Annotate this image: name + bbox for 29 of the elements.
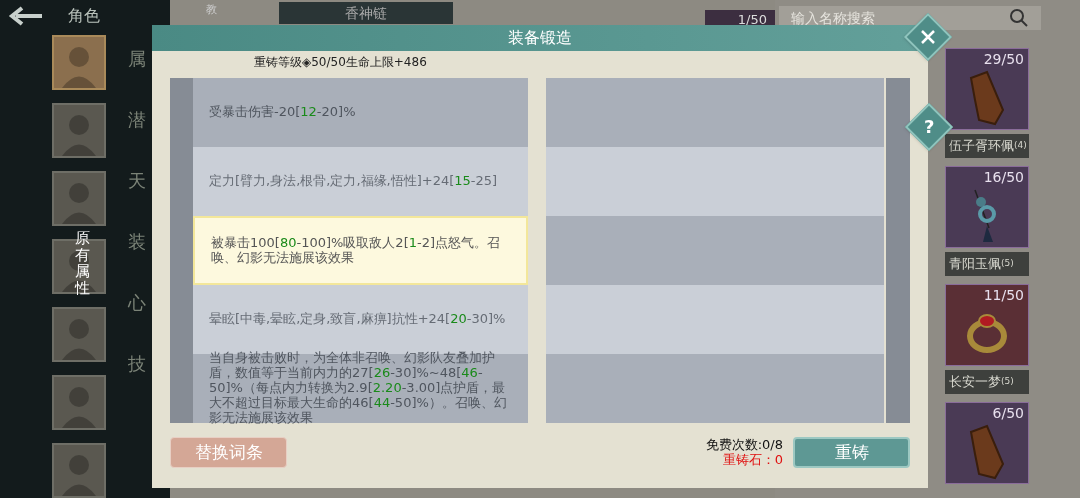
menu-item[interactable]: 心 — [128, 289, 146, 316]
menu-item[interactable]: 装 — [128, 228, 146, 255]
equipment-tab[interactable]: 香神链 — [279, 2, 453, 24]
attribute-row[interactable]: 被暴击100[80-100]%吸取敌人2[1-2]点怒气。召唤、幻影无法施展该效果 — [193, 216, 528, 285]
attribute-row[interactable]: 受暴击伤害-20[12-20]% — [193, 78, 528, 147]
back-button[interactable]: 角色 — [8, 3, 100, 28]
menu-item[interactable]: 潜 — [128, 106, 146, 133]
side-label: 原有属性 — [75, 230, 90, 296]
item-card[interactable]: 16/50 — [945, 166, 1029, 248]
attribute-row[interactable]: 定力[臂力,身法,根骨,定力,福缘,悟性]+24[15-25] — [193, 147, 528, 216]
menu-item[interactable]: 天 — [128, 167, 146, 194]
hint-text: 教 — [206, 2, 217, 18]
back-arrow-icon — [8, 4, 44, 27]
item-card[interactable]: 6/50 — [945, 402, 1029, 484]
free-times-text: 免费次数:0/8 — [705, 437, 783, 453]
dialog-title: 装备锻造 — [508, 27, 572, 49]
search-icon — [1009, 8, 1029, 28]
menu-item[interactable]: 技 — [128, 350, 146, 377]
item-count: 6/50 — [992, 404, 1025, 423]
reforge-button[interactable]: 重铸 — [793, 437, 910, 468]
item-card[interactable]: 29/50 — [945, 48, 1029, 130]
menu-item[interactable]: 属 — [128, 45, 146, 72]
item-count: 16/50 — [983, 168, 1025, 187]
reforge-stone-text: 重铸石：0 — [722, 452, 783, 468]
close-icon — [920, 29, 936, 45]
item-count: 29/50 — [983, 50, 1025, 69]
item-count: 11/50 — [983, 286, 1025, 305]
item-card[interactable]: 11/50 — [945, 284, 1029, 366]
reforge-level-text: 重铸等级◈50/50生命上限+486 — [254, 54, 428, 71]
